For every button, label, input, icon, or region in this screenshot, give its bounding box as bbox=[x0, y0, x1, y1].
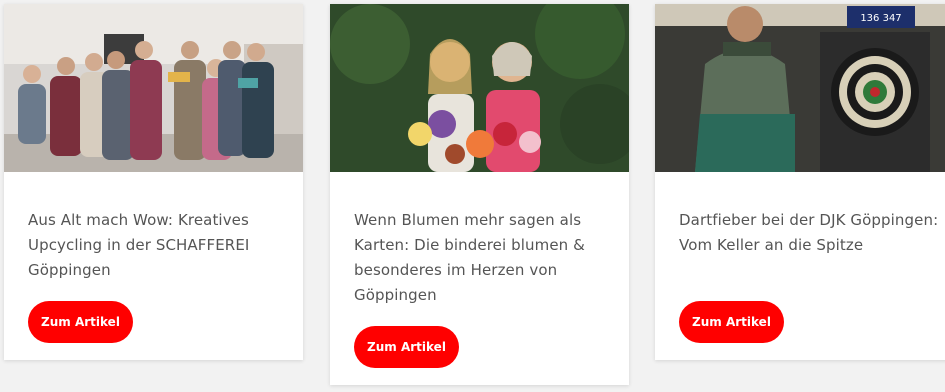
article-title: Dartfieber bei der DJK Göppingen: Vom Ke… bbox=[679, 211, 939, 254]
article-image-darts[interactable]: 136 347 bbox=[655, 4, 945, 172]
article-image-upcycling[interactable] bbox=[4, 4, 303, 172]
article-title: Aus Alt mach Wow: Kreatives Upcycling in… bbox=[28, 211, 250, 279]
article-card-upcycling[interactable]: Aus Alt mach Wow: Kreatives Upcycling in… bbox=[4, 4, 303, 360]
read-article-button[interactable]: Zum Artikel bbox=[679, 301, 784, 343]
read-article-button[interactable]: Zum Artikel bbox=[28, 301, 133, 343]
svg-text:136 347: 136 347 bbox=[860, 13, 901, 24]
article-card-flowers[interactable]: Wenn Blumen mehr sagen als Karten: Die b… bbox=[330, 4, 629, 385]
article-image-flowers[interactable] bbox=[330, 4, 629, 172]
article-card-darts[interactable]: 136 347 Dartfieber bei der DJK Göppingen… bbox=[655, 4, 945, 360]
article-title: Wenn Blumen mehr sagen als Karten: Die b… bbox=[354, 211, 585, 304]
read-article-button[interactable]: Zum Artikel bbox=[354, 326, 459, 368]
